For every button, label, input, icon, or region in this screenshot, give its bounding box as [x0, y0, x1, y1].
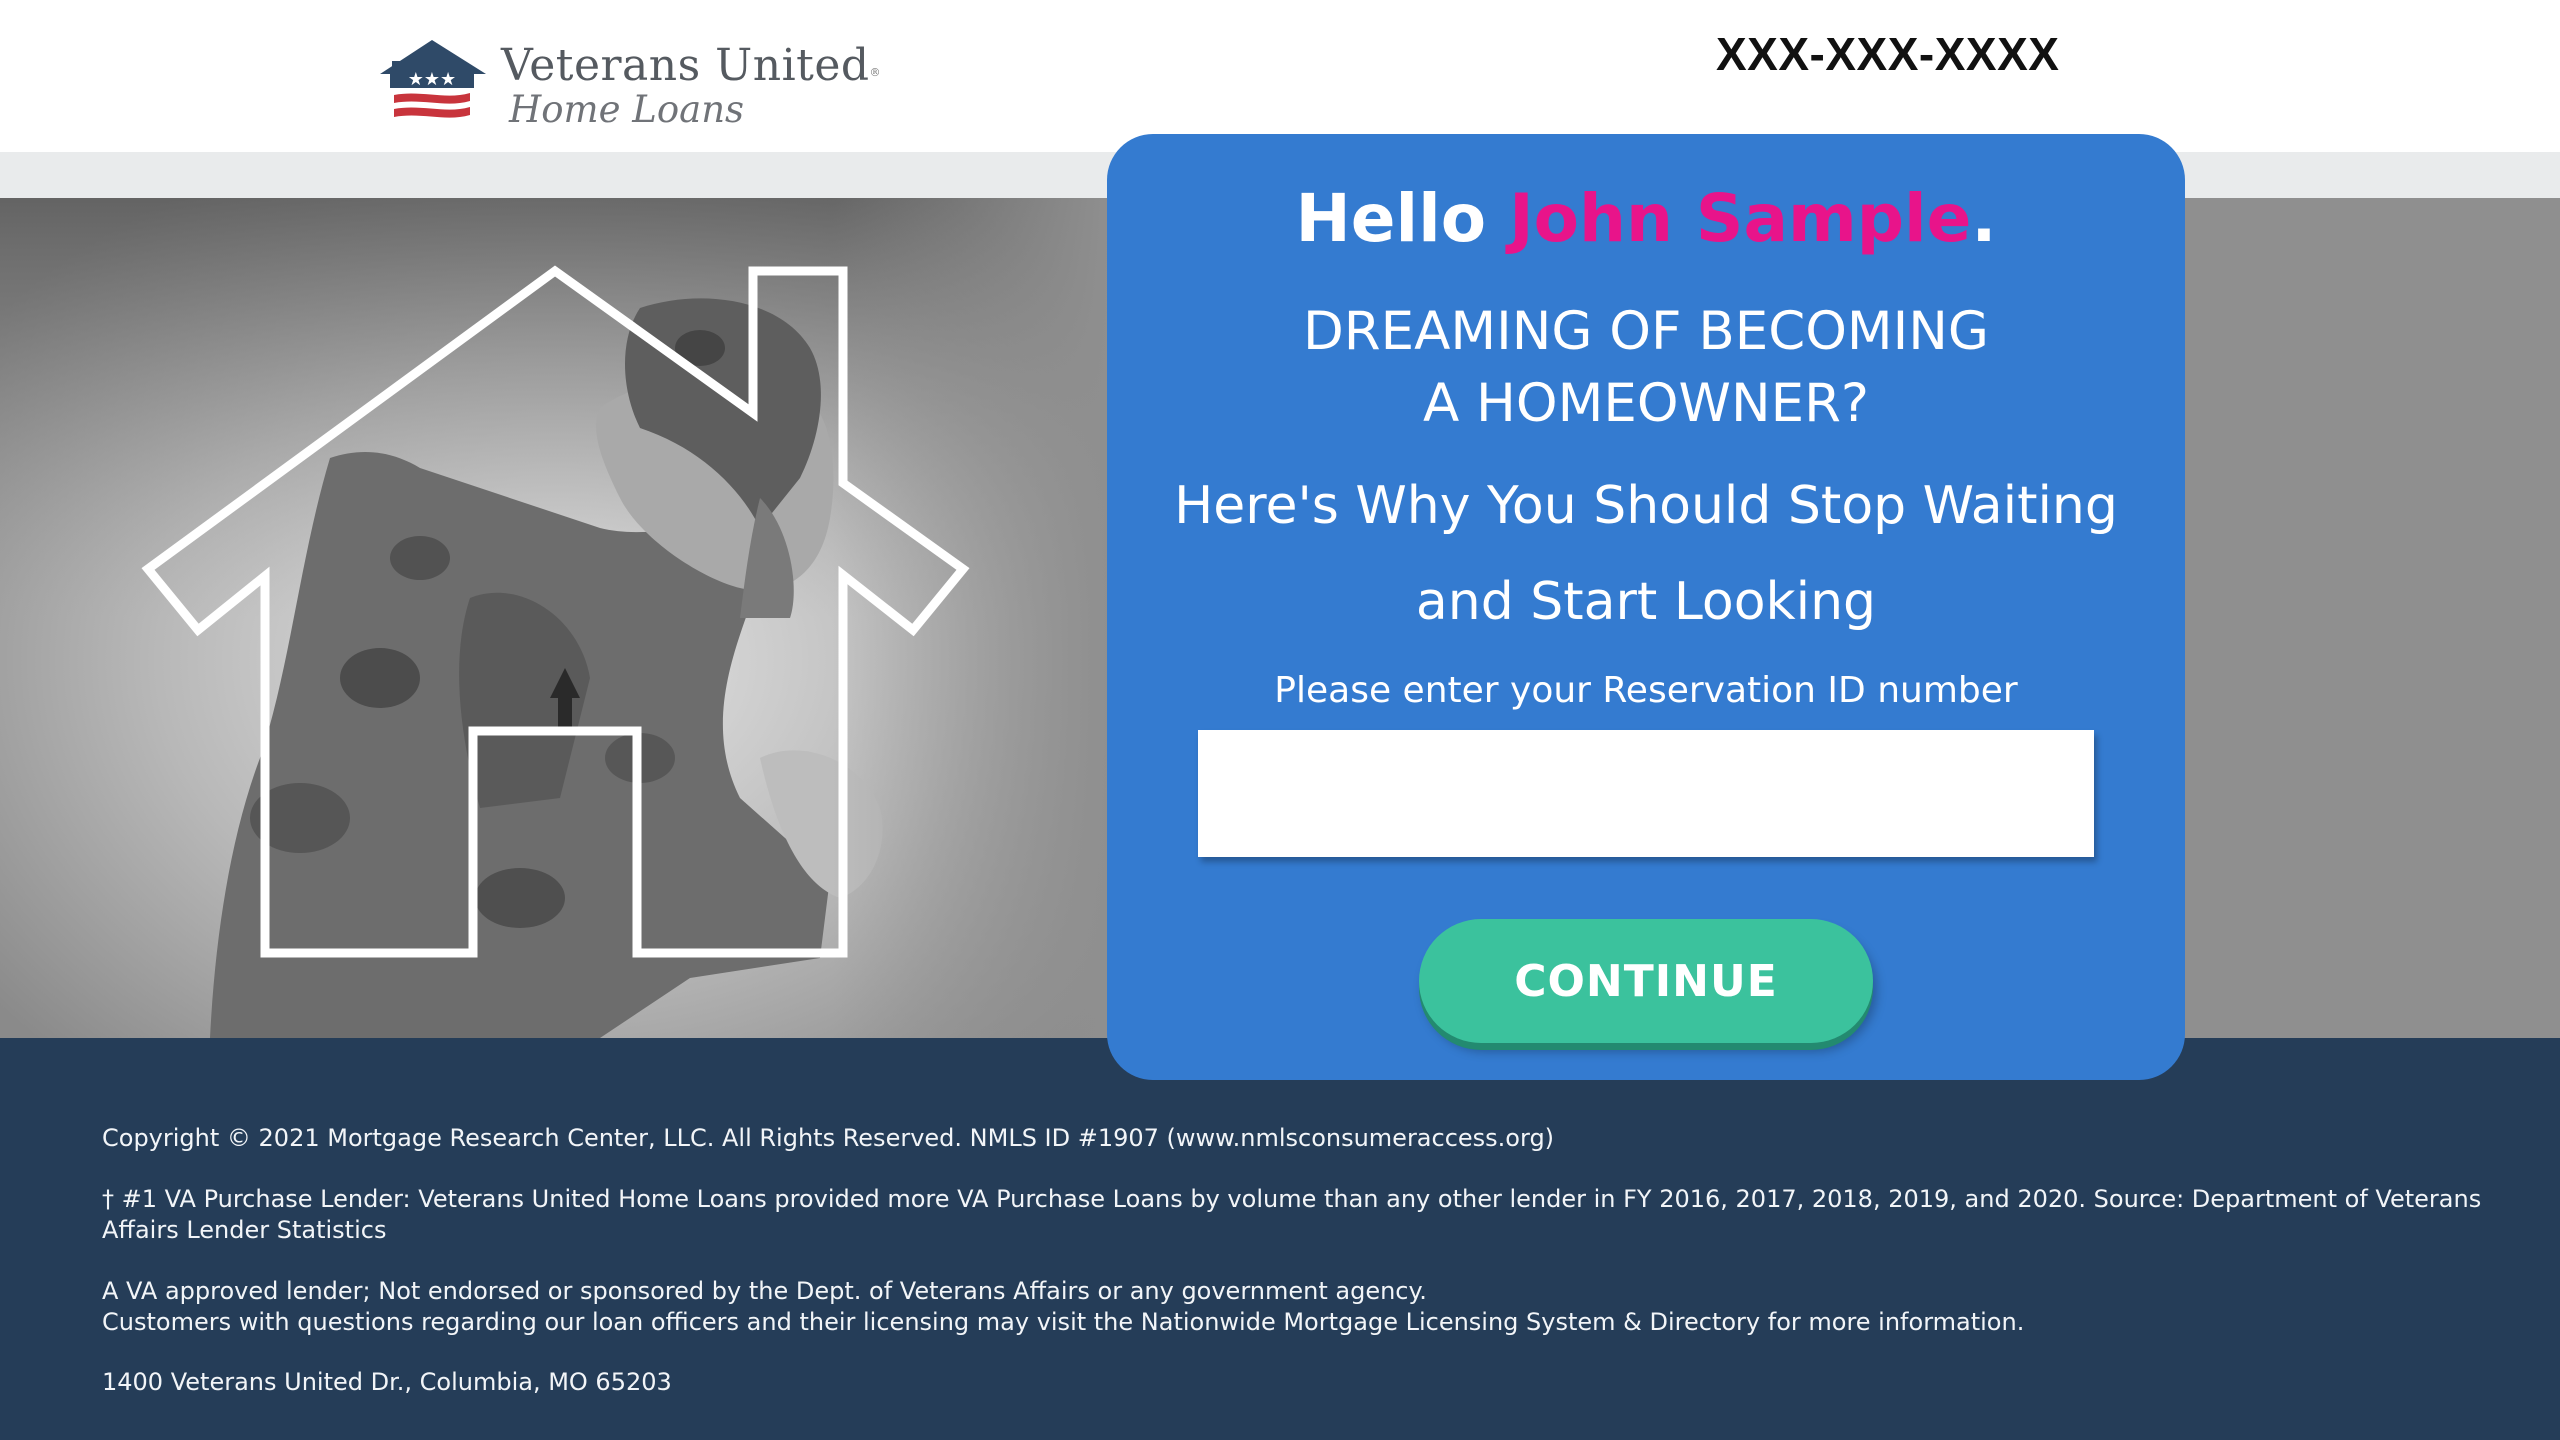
logo-subname: Home Loans [509, 88, 745, 131]
headline-line-2: A HOMEOWNER? [1422, 373, 1870, 434]
reservation-id-input[interactable] [1198, 730, 2094, 857]
headline-line-1: DREAMING OF BECOMING [1303, 301, 1989, 362]
continue-button[interactable]: CONTINUE [1419, 919, 1873, 1043]
headline: DREAMING OF BECOMING A HOMEOWNER? [1107, 296, 2185, 440]
footer-licensing-note: Customers with questions regarding our l… [102, 1308, 2025, 1336]
house-flag-icon: ★★★ [380, 40, 486, 118]
footer-disclaimer: † #1 VA Purchase Lender: Veterans United… [102, 1185, 2482, 1244]
logo-name: Veterans United® [501, 40, 881, 91]
subheadline-line-2: and Start Looking [1415, 572, 1877, 632]
greeting-word: Hello [1295, 180, 1487, 257]
logo-name-text: Veterans United [501, 40, 870, 91]
site-header: ★★★ Veterans United® Home Loans XXX-XXX-… [0, 0, 2560, 152]
subheadline: Here's Why You Should Stop Waiting and S… [1107, 458, 2185, 650]
phone-number[interactable]: XXX-XXX-XXXX [1716, 27, 2059, 81]
greeting: Hello John Sample. [1107, 180, 2185, 257]
footer-copyright: Copyright © 2021 Mortgage Research Cente… [102, 1124, 1555, 1152]
landing-page: ★★★ Veterans United® Home Loans XXX-XXX-… [0, 0, 2560, 1440]
greeting-period: . [1971, 180, 1997, 257]
veterans-united-logo[interactable]: ★★★ Veterans United® Home Loans [376, 36, 881, 136]
customer-name: John Sample [1509, 180, 1972, 257]
subheadline-line-1: Here's Why You Should Stop Waiting [1174, 476, 2118, 536]
svg-text:★★★: ★★★ [408, 69, 456, 90]
footer-address: 1400 Veterans United Dr., Columbia, MO 6… [102, 1368, 672, 1396]
site-footer: Copyright © 2021 Mortgage Research Cente… [0, 1038, 2560, 1440]
reservation-id-label: Please enter your Reservation ID number [1274, 670, 2018, 711]
reservation-card: Hello John Sample. DREAMING OF BECOMING … [1107, 134, 2185, 1080]
soldier-photo [0, 198, 1110, 1038]
footer-approved-lender: A VA approved lender; Not endorsed or sp… [102, 1277, 1427, 1305]
logo-registered-mark: ® [869, 66, 882, 79]
